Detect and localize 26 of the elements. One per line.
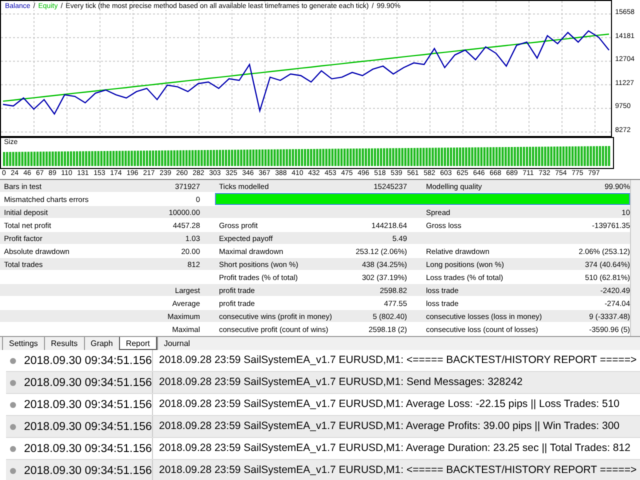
log-time: 2018.09.30 09:34:51.156 [24, 420, 152, 432]
status-dot-icon [10, 402, 16, 408]
journal-row[interactable]: 2018.09.30 09:34:51.156 2018.09.28 23:59 SailSystemEA_v1.7 EURUSD,M1: Average Loss: -22.15 pips || Loss Trades: 510 [6, 394, 640, 416]
log-time: 2018.09.30 09:34:51.156 [24, 442, 152, 454]
journal-row[interactable]: 2018.09.30 09:34:51.156 2018.09.28 23:59 SailSystemEA_v1.7 EURUSD,M1: Average Duration: 23.25 sec || Total Trades: 812 [6, 438, 640, 460]
tab[interactable]: Report [118, 337, 157, 350]
log-time: 2018.09.30 09:34:51.156 [24, 376, 152, 388]
log-message: 2018.09.28 23:59 SailSystemEA_v1.7 EURUSD,M1: Average Profits: 39.00 pips || Win Trades: 300 [152, 416, 620, 437]
log-message: 2018.09.28 23:59 SailSystemEA_v1.7 EURUSD,M1: Send Messages: 328242 [152, 372, 523, 393]
log-time: 2018.09.30 09:34:51.156 [24, 354, 152, 366]
log-time: 2018.09.30 09:34:51.156 [24, 464, 152, 476]
log-message: 2018.09.28 23:59 SailSystemEA_v1.7 EURUSD,M1: <===== BACKTEST/HISTORY REPORT =====> [152, 350, 637, 371]
journal-row[interactable]: 2018.09.30 09:34:51.156 2018.09.28 23:59 SailSystemEA_v1.7 EURUSD,M1: Send Messages: 328242 [6, 372, 640, 394]
status-dot-icon [10, 446, 16, 452]
scrollbar[interactable] [630, 180, 640, 336]
log-message: 2018.09.28 23:59 SailSystemEA_v1.7 EURUSD,M1: Average Duration: 23.25 sec || Total Trades: 812 [152, 438, 630, 459]
status-dot-icon [10, 358, 16, 364]
journal-row[interactable]: 2018.09.30 09:34:51.156 2018.09.28 23:59 SailSystemEA_v1.7 EURUSD,M1: Average Profits: 39.00 pips || Win Trades: 300 [6, 416, 640, 438]
log-time: 2018.09.30 09:34:51.156 [24, 398, 152, 410]
journal-row[interactable]: 2018.09.30 09:34:51.156 2018.09.28 23:59 SailSystemEA_v1.7 EURUSD,M1: <===== BACKTEST/HISTORY REPORT =====> [6, 460, 640, 480]
status-dot-icon [10, 424, 16, 430]
journal-row[interactable]: 2018.09.30 09:34:51.156 2018.09.28 23:59 SailSystemEA_v1.7 EURUSD,M1: <===== BACKTEST/HISTORY REPORT =====> [6, 350, 640, 372]
status-dot-icon [10, 380, 16, 386]
log-message: 2018.09.28 23:59 SailSystemEA_v1.7 EURUSD,M1: <===== BACKTEST/HISTORY REPORT =====> [152, 460, 637, 480]
log-message: 2018.09.28 23:59 SailSystemEA_v1.7 EURUSD,M1: Average Loss: -22.15 pips || Loss Trades: 510 [152, 394, 620, 415]
status-dot-icon [10, 468, 16, 474]
